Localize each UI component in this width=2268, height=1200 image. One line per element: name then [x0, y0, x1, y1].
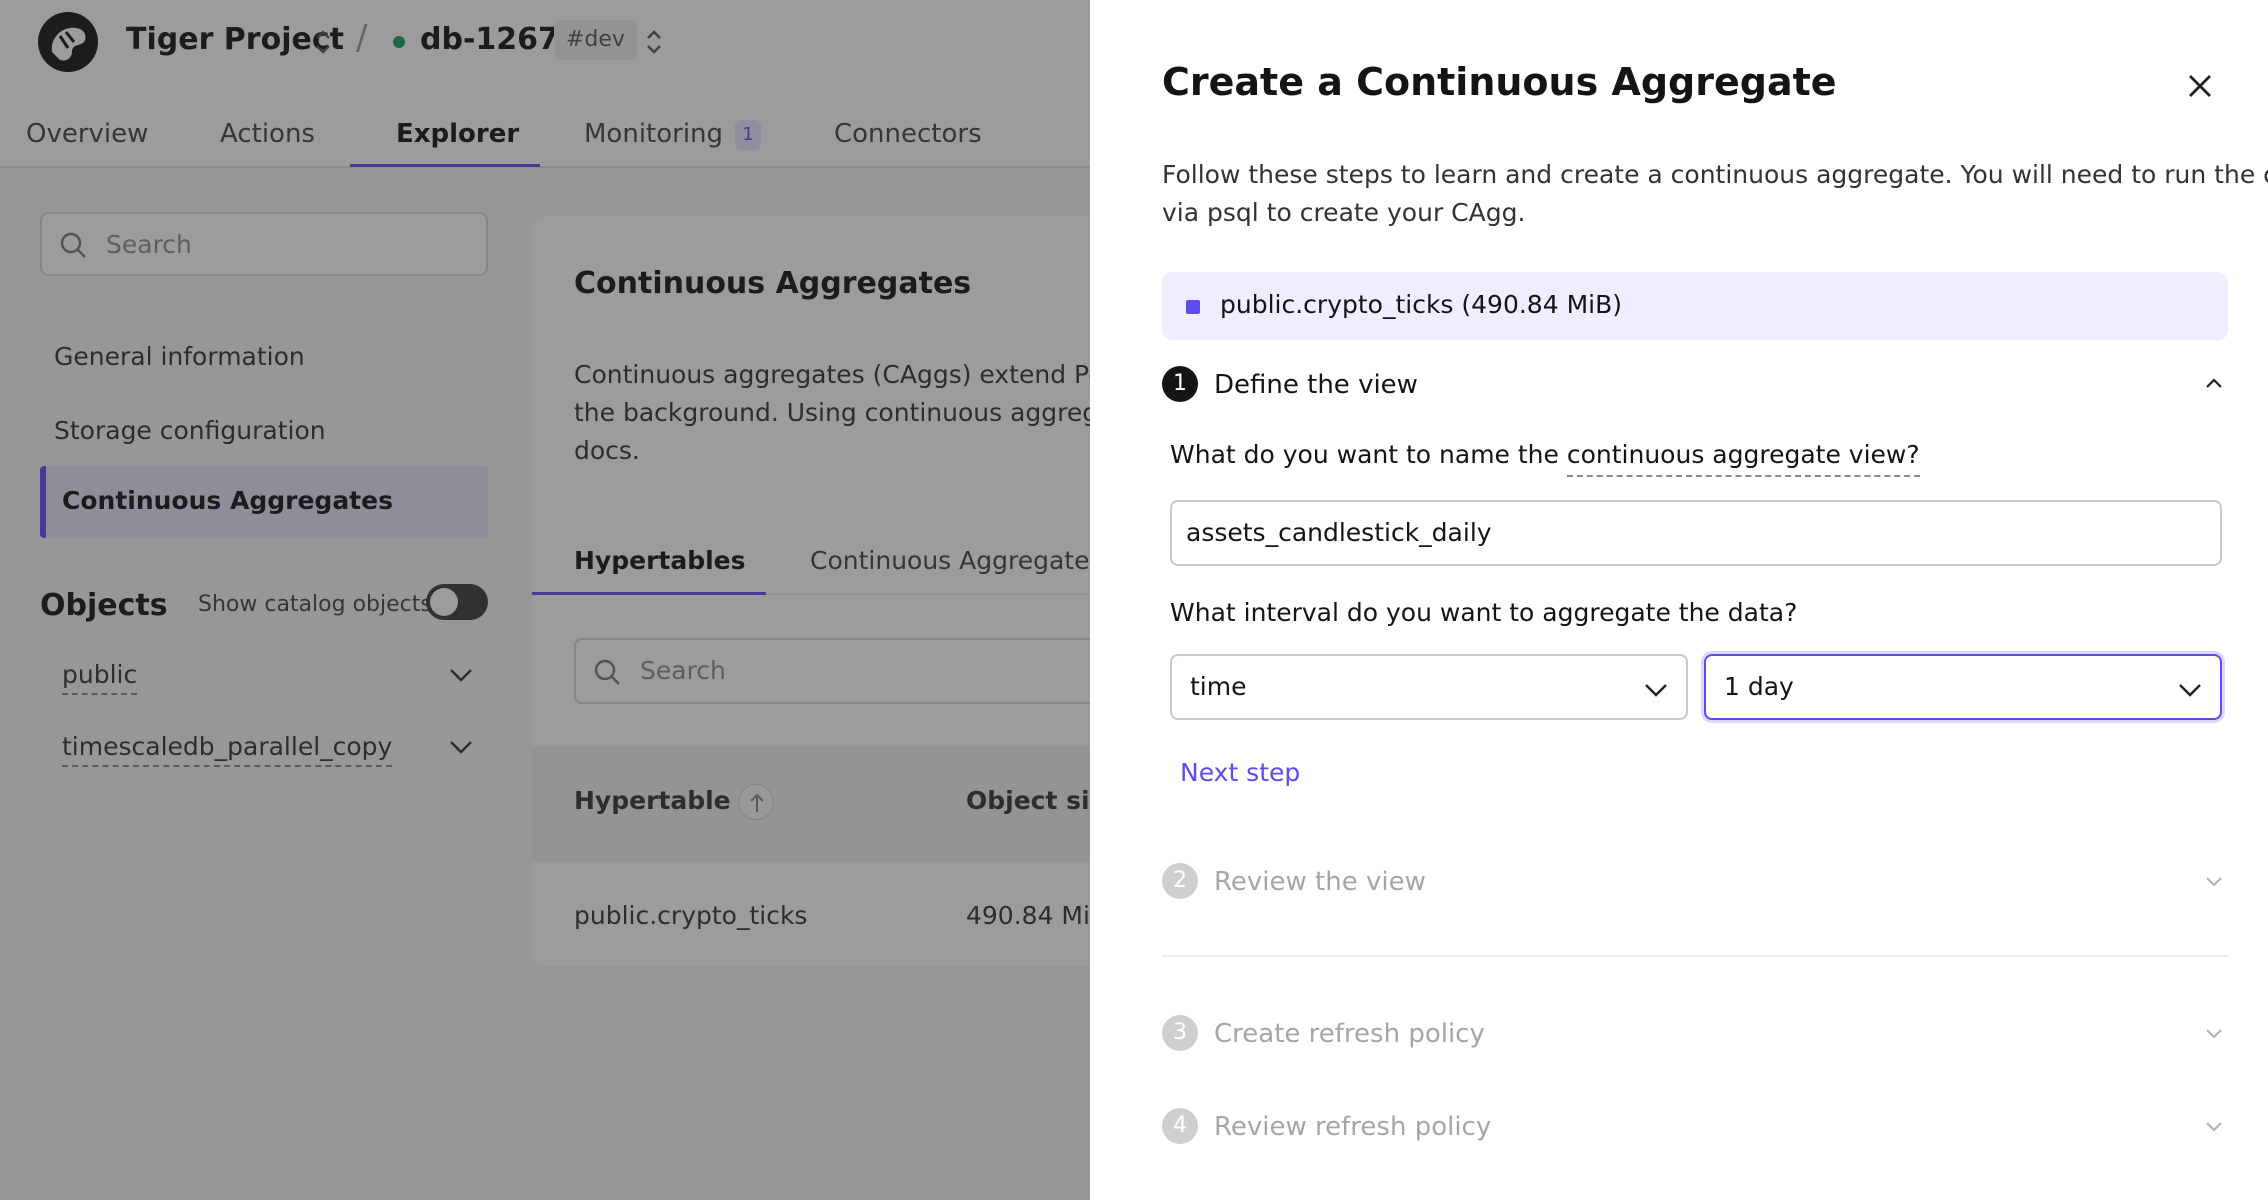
- step-review-refresh-policy[interactable]: 4 Review refresh policy: [1162, 1106, 2228, 1146]
- step-define-the-view[interactable]: 1 Define the view: [1162, 364, 2228, 404]
- chevron-down-icon: [2206, 1122, 2222, 1132]
- step-review-the-view[interactable]: 2 Review the view: [1162, 861, 2228, 901]
- drawer-description-line: Follow these steps to learn and create a…: [1162, 160, 2268, 189]
- selected-table-chip: public.crypto_ticks (490.84 MiB): [1162, 272, 2228, 340]
- interval-select[interactable]: 1 day: [1704, 654, 2222, 720]
- drawer-description-line: via psql to create your CAgg.: [1162, 198, 1526, 227]
- step-number: 3: [1162, 1015, 1198, 1051]
- selected-table-label: public.crypto_ticks (490.84 MiB): [1220, 290, 1622, 319]
- time-column-value: time: [1190, 672, 1247, 701]
- view-name-question-prefix: What do you want to name the: [1170, 440, 1559, 469]
- chevron-down-icon: [2206, 877, 2222, 887]
- create-cagg-drawer: Create a Continuous Aggregate Follow the…: [1090, 0, 2268, 1200]
- continuous-aggregate-term-tooltip[interactable]: continuous aggregate view?: [1566, 440, 1920, 477]
- view-name-input[interactable]: assets_candlestick_daily: [1170, 500, 2222, 566]
- time-column-select[interactable]: time: [1170, 654, 1688, 720]
- step-create-refresh-policy[interactable]: 3 Create refresh policy: [1162, 1013, 2228, 1053]
- steps-divider: [1162, 955, 2228, 957]
- view-name-value: assets_candlestick_daily: [1186, 518, 1492, 547]
- chevron-up-icon: [2206, 378, 2222, 388]
- step-number: 4: [1162, 1108, 1198, 1144]
- next-step-button[interactable]: Next step: [1180, 758, 1300, 787]
- step-label: Review the view: [1214, 867, 1426, 897]
- view-name-question: What do you want to name the continuous …: [1170, 440, 1920, 477]
- chevron-down-icon: [2206, 1029, 2222, 1039]
- drawer-title: Create a Continuous Aggregate: [1162, 60, 1837, 104]
- step-number: 1: [1162, 366, 1198, 402]
- table-color-marker: [1186, 300, 1200, 314]
- chevron-down-icon: [2179, 684, 2201, 697]
- step-number: 2: [1162, 863, 1198, 899]
- step-label: Review refresh policy: [1214, 1112, 1492, 1142]
- interval-value: 1 day: [1724, 672, 1794, 701]
- interval-question: What interval do you want to aggregate t…: [1170, 598, 1798, 627]
- chevron-down-icon: [1645, 684, 1667, 697]
- close-icon[interactable]: [2178, 64, 2222, 108]
- drawer-description: Follow these steps to learn and create a…: [1162, 156, 2268, 232]
- step-label: Create refresh policy: [1214, 1019, 1485, 1049]
- step-label: Define the view: [1214, 370, 1418, 400]
